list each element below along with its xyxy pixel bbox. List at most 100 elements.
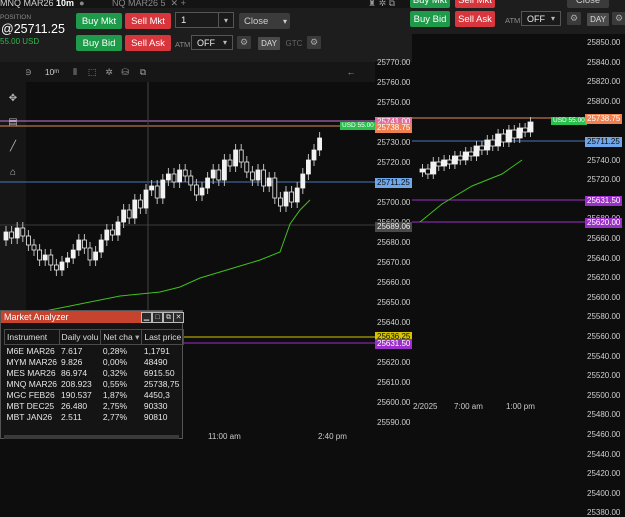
copy-icon[interactable]: ⧉ — [136, 65, 150, 79]
close-icon[interactable]: ✕ + — [168, 0, 186, 8]
close-button[interactable]: Close ▾ — [239, 13, 290, 29]
y-axis-label: 25400.00 — [587, 488, 621, 498]
position-pnl: 55.00 USD — [0, 37, 40, 46]
minimize-icon[interactable]: ▁ — [141, 312, 152, 323]
gear-icon[interactable]: ⚙ — [612, 12, 625, 25]
buy-bid-button[interactable]: Buy Bid — [76, 35, 122, 51]
candle-body — [54, 264, 59, 271]
table-row[interactable]: MES MAR26 86.974 0,32% 6915.50 — [5, 367, 184, 378]
right-price-label-blue: 25711.25 — [585, 137, 622, 147]
sell-ask-button[interactable]: Sell Ask — [125, 35, 171, 51]
candle-body — [294, 187, 300, 203]
tab-nq[interactable]: NQ MAR26 5 ✕ + — [112, 0, 186, 9]
candle-body — [93, 251, 98, 261]
tif-day[interactable]: DAY — [258, 37, 280, 50]
cell-instrument: MBT JAN26 — [6, 411, 53, 422]
y-axis-label: 25760.00 — [377, 78, 411, 87]
buy-mkt-button[interactable]: Buy Mkt — [76, 13, 122, 29]
candle-body — [132, 199, 138, 219]
chevron-down-icon[interactable]: ▾ — [283, 17, 287, 26]
market-analyzer-window[interactable]: Market Analyzer ▁ □ ⧉ ✕ Instrument Daily… — [0, 310, 185, 439]
right-atm-value: OFF — [527, 13, 545, 24]
cell-instrument: MES MAR26 — [6, 367, 56, 378]
y-axis-label: 25380.00 — [587, 508, 621, 517]
window-controls[interactable]: ♜ ✲ ⧉ — [368, 0, 395, 9]
candle-body — [305, 159, 311, 175]
cell-last-price: 25738,75 — [143, 378, 180, 389]
table-row[interactable]: MYM MAR26 9.826 0,00% 48490 — [5, 356, 184, 367]
table-row[interactable]: MGC FEB26 190.537 1,87% 4450,3 — [5, 389, 184, 400]
close-icon[interactable]: ● — [77, 0, 84, 8]
tif-gtc[interactable]: GTC — [283, 37, 305, 50]
right-tif-day[interactable]: DAY — [587, 13, 609, 26]
cell-last-price: 90330 — [143, 400, 168, 411]
settings-icon[interactable]: ✲ — [102, 65, 116, 79]
tab-bar: MNQ MAR26 10m ● NQ MAR26 5 ✕ + ♜ ✲ ⧉ — [0, 0, 412, 8]
back-arrow-icon[interactable]: ← — [340, 65, 362, 79]
candle-body — [210, 169, 216, 179]
candle-body — [272, 177, 278, 199]
candle-body — [511, 129, 518, 139]
quantity-value: 1 — [181, 14, 187, 26]
right-x-axis-label-3: 1:00 pm — [506, 402, 535, 411]
y-axis-label: 25720.00 — [377, 158, 411, 167]
y-axis-label: 25460.00 — [587, 430, 621, 439]
position-label: POSITION — [0, 14, 32, 21]
right-buy-bid-button[interactable]: Buy Bid — [410, 11, 450, 27]
candle-body — [479, 145, 485, 151]
table-row[interactable]: MBT JAN26 2.511 2,77% 90810 — [5, 411, 184, 422]
price-label-purple: 25631.50 — [375, 339, 413, 349]
atm-select[interactable]: OFF ▾ — [191, 35, 233, 50]
column-header-last-price[interactable]: Last price — [141, 329, 185, 345]
y-axis-label: 25640.00 — [587, 253, 621, 263]
cell-net-change: 2,75% — [102, 400, 128, 411]
interval-selector[interactable]: 10ᵐ — [41, 65, 63, 79]
horizontal-scrollbar[interactable] — [4, 435, 179, 439]
gear-icon[interactable]: ⚙ — [237, 36, 251, 49]
right-x-axis-label-2: 7:00 am — [454, 402, 483, 411]
right-price-chart[interactable] — [412, 34, 585, 439]
candle-body — [182, 169, 188, 177]
chevron-down-icon[interactable]: ▾ — [218, 13, 233, 27]
y-axis-label: 25770.00 — [377, 58, 411, 67]
sell-mkt-button[interactable]: Sell Mkt — [125, 13, 171, 29]
right-close-button[interactable]: Close — [567, 0, 609, 8]
chevron-down-icon[interactable]: ▾ — [546, 12, 560, 25]
cell-volume: 208.923 — [61, 378, 92, 389]
right-price-label-orange: 25738.75 — [585, 114, 623, 124]
tab-mnq[interactable]: MNQ MAR26 10m ● — [0, 0, 85, 8]
price-label-blue: 25711.25 — [375, 178, 412, 188]
bar-type-icon[interactable]: ⫴ — [68, 65, 82, 79]
market-analyzer-titlebar[interactable]: Market Analyzer ▁ □ ⧉ ✕ — [1, 311, 184, 323]
candle-body — [261, 169, 267, 187]
y-axis-label: 25820.00 — [587, 77, 621, 87]
cell-instrument: MNQ MAR26 — [6, 378, 58, 389]
sort-icon[interactable]: ▾ — [133, 332, 139, 342]
candle-body — [457, 155, 464, 161]
gear-icon[interactable]: ⚙ — [307, 36, 321, 49]
layers-icon[interactable]: ⛁ — [118, 65, 132, 79]
quantity-select[interactable]: 1 ▾ — [175, 12, 234, 28]
column-header-volume[interactable]: Daily volu — [58, 329, 102, 345]
table-row[interactable]: MBT DEC25 26.480 2,75% 90330 — [5, 400, 184, 411]
right-sell-mkt-button[interactable]: Sell Mkt — [455, 0, 495, 8]
table-row[interactable]: MNQ MAR26 208.923 0,55% 25738,75 — [5, 378, 184, 389]
right-atm-select[interactable]: OFF ▾ — [521, 11, 561, 26]
select-area-icon[interactable]: ⬚ — [85, 65, 99, 79]
gear-icon[interactable]: ⚙ — [567, 12, 581, 25]
price-label-gray: 25689.06 — [375, 222, 413, 232]
right-buy-mkt-button[interactable]: Buy Mkt — [410, 0, 450, 8]
maximize-icon[interactable]: □ — [152, 312, 163, 323]
y-axis-label: 25850.00 — [587, 38, 621, 47]
close-icon[interactable]: ✕ — [173, 312, 184, 323]
cell-last-price: 48490 — [143, 356, 168, 367]
right-sell-ask-button[interactable]: Sell Ask — [455, 11, 495, 27]
atm-label: ATM — [175, 40, 191, 49]
candle-body — [121, 209, 126, 223]
candle-body — [473, 145, 480, 157]
column-header-net-change[interactable]: Net cha ▾ — [100, 329, 143, 345]
table-row[interactable]: M6E MAR26 7.617 0,28% 1,1791 — [5, 345, 184, 357]
column-header-instrument[interactable]: Instrument — [4, 329, 60, 345]
cell-instrument: M6E MAR26 — [6, 345, 55, 356]
chevron-down-icon[interactable]: ▾ — [218, 36, 232, 49]
